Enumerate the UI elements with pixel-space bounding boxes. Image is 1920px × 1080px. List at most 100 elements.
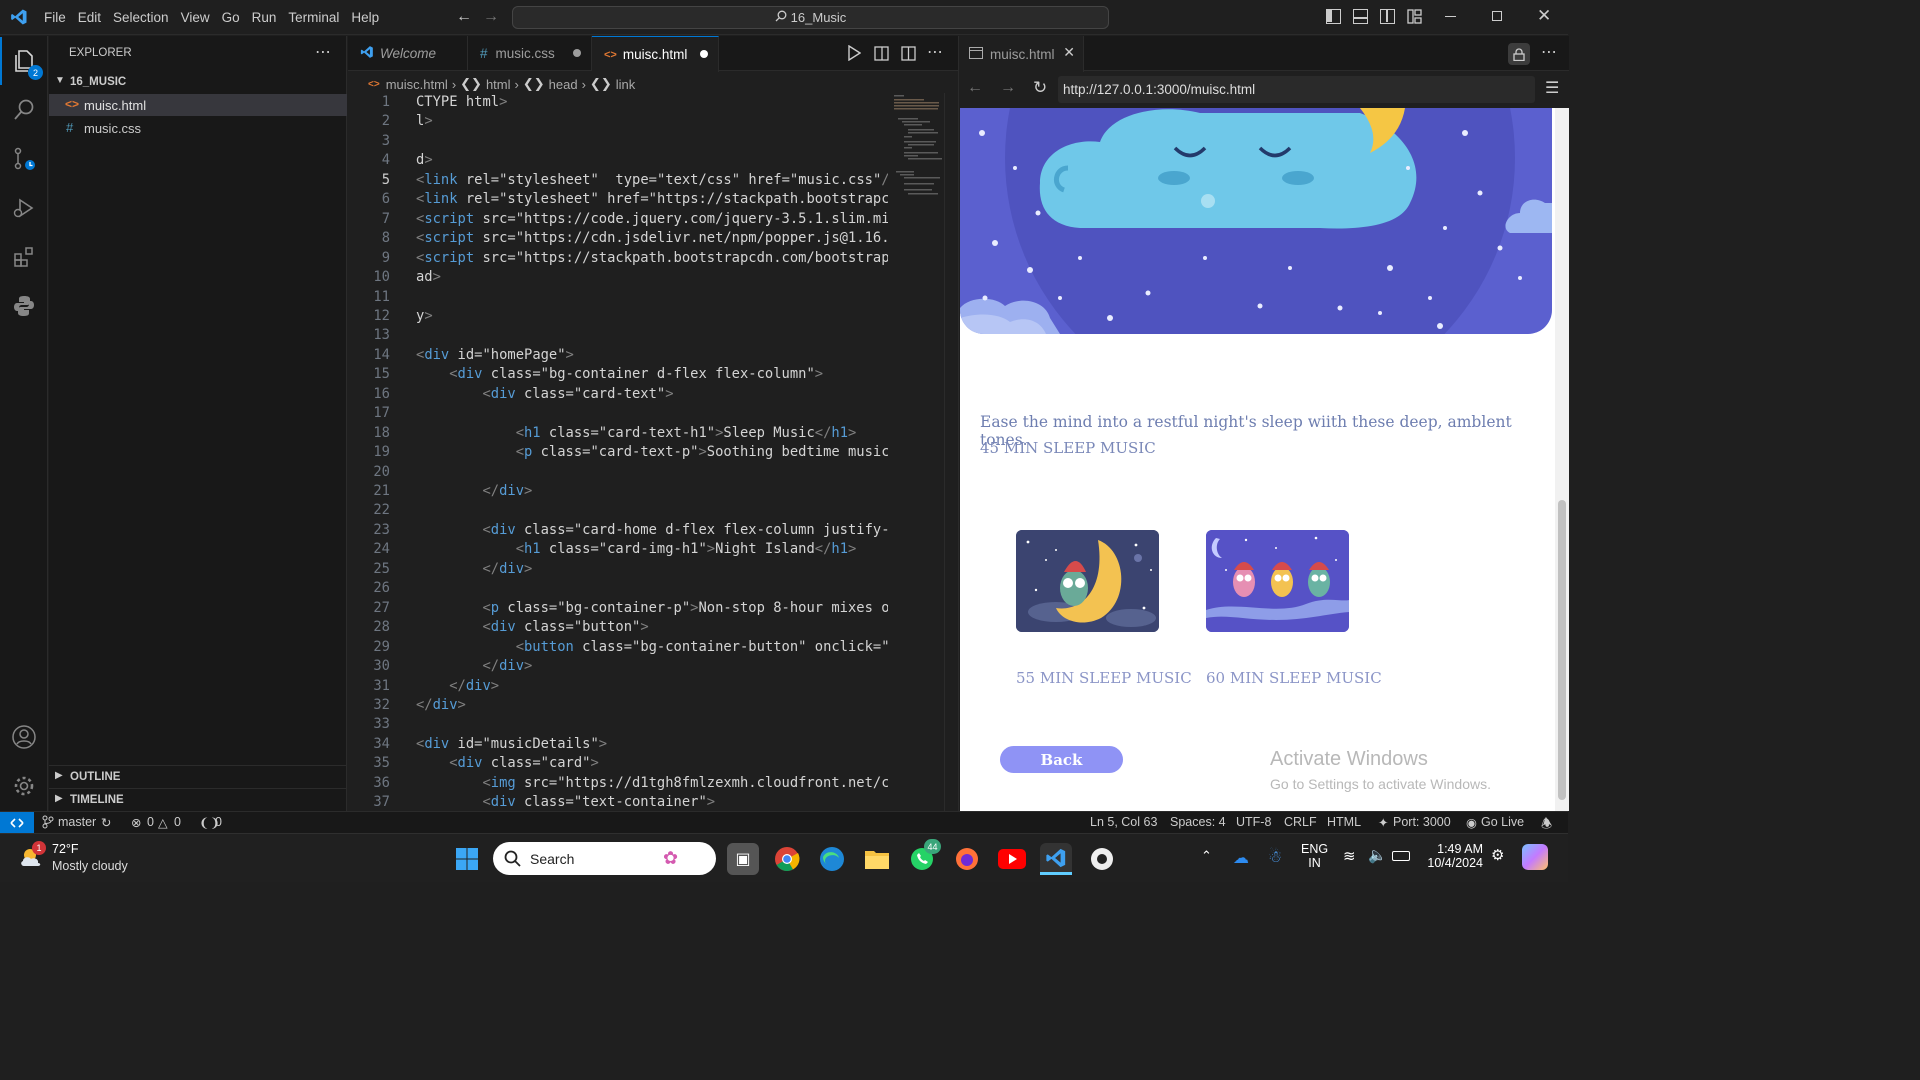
- nav-back-icon[interactable]: ←: [456, 8, 472, 26]
- code-line[interactable]: 22: [348, 501, 888, 521]
- code-line[interactable]: 15 <div class="bg-container d-flex flex-…: [348, 365, 888, 385]
- settings-gear-icon[interactable]: [0, 762, 48, 810]
- chrome-icon[interactable]: [771, 843, 803, 875]
- explorer-more-icon[interactable]: ⋯: [315, 42, 331, 62]
- extensions-icon[interactable]: [0, 233, 48, 281]
- taskbar-search-box[interactable]: Search ✿: [493, 842, 716, 875]
- card-60-min-image[interactable]: [1206, 530, 1349, 632]
- search-view-icon[interactable]: [0, 86, 48, 134]
- git-branch[interactable]: master: [58, 815, 96, 829]
- weather-desc[interactable]: Mostly cloudy: [52, 859, 128, 873]
- menu-help[interactable]: Help: [345, 10, 385, 25]
- code-line[interactable]: 34 <div id="musicDetails">: [348, 735, 888, 755]
- code-line[interactable]: 2 l>: [348, 112, 888, 132]
- timeline-section[interactable]: ▶ TIMELINE: [49, 788, 347, 810]
- code-line[interactable]: 11: [348, 288, 888, 308]
- breadcrumb-head[interactable]: head: [549, 77, 578, 92]
- close-window-icon[interactable]: ✕: [1537, 6, 1551, 26]
- code-line[interactable]: 12 y>: [348, 307, 888, 327]
- code-line[interactable]: 3: [348, 132, 888, 152]
- error-count[interactable]: 0: [147, 815, 154, 829]
- youtube-icon[interactable]: [996, 843, 1028, 875]
- indentation[interactable]: Spaces: 4: [1170, 815, 1226, 829]
- tab-welcome[interactable]: Welcome: [348, 36, 468, 71]
- open-preview-icon[interactable]: [874, 46, 890, 64]
- live-server-port[interactable]: Port: 3000: [1393, 815, 1451, 829]
- code-line[interactable]: 8 <script src="https://cdn.jsdelivr.net/n…: [348, 229, 888, 249]
- preview-back-icon[interactable]: ←: [967, 79, 983, 97]
- whatsapp-icon[interactable]: 44: [906, 839, 941, 875]
- run-debug-icon[interactable]: [0, 184, 48, 232]
- dirty-indicator-icon[interactable]: [573, 49, 581, 57]
- nav-forward-icon[interactable]: →: [483, 8, 499, 26]
- menu-view[interactable]: View: [175, 10, 216, 25]
- code-line[interactable]: 31 </div>: [348, 677, 888, 697]
- python-icon[interactable]: [0, 282, 48, 330]
- preview-more-icon[interactable]: ⋯: [1541, 42, 1557, 62]
- tab-muisc-html[interactable]: <> muisc.html: [592, 36, 719, 72]
- bluetooth-icon[interactable]: ☃: [1268, 847, 1282, 867]
- explorer-icon[interactable]: 2: [0, 37, 48, 85]
- menu-edit[interactable]: Edit: [72, 10, 107, 25]
- code-line[interactable]: 32 </div>: [348, 696, 888, 716]
- input-language[interactable]: ENG IN: [1301, 842, 1328, 870]
- code-line[interactable]: 21 </div>: [348, 482, 888, 502]
- firefox-icon[interactable]: [951, 843, 983, 875]
- hamburger-menu-icon[interactable]: ☰: [1545, 78, 1559, 98]
- sync-icon[interactable]: ↻: [101, 815, 111, 830]
- code-line[interactable]: 25 </div>: [348, 560, 888, 580]
- card-60-min-title[interactable]: 60 MIN SLEEP MUSIC: [1206, 669, 1382, 687]
- menu-terminal[interactable]: Terminal: [282, 10, 345, 25]
- ports-count[interactable]: 0: [215, 815, 222, 829]
- code-line[interactable]: 1 CTYPE html>: [348, 93, 888, 113]
- file-item-music-css[interactable]: # music.css: [49, 117, 347, 139]
- tab-music-css[interactable]: # music.css: [468, 36, 592, 71]
- cursor-position[interactable]: Ln 5, Col 63: [1090, 815, 1157, 829]
- restore-icon[interactable]: [1492, 11, 1502, 21]
- code-line[interactable]: 36 <img src="https://d1tgh8fmlzexmh.clou…: [348, 774, 888, 794]
- toggle-secondary-sidebar-icon[interactable]: [1380, 9, 1395, 24]
- code-line[interactable]: 20: [348, 463, 888, 483]
- menu-selection[interactable]: Selection: [107, 10, 175, 25]
- code-line[interactable]: 29 <button class="bg-container-button" o…: [348, 638, 888, 658]
- source-control-icon[interactable]: [0, 135, 48, 183]
- task-view-icon[interactable]: ▣: [727, 843, 759, 875]
- code-line[interactable]: 37 <div class="text-container">: [348, 793, 888, 811]
- close-tab-icon[interactable]: ✕: [1063, 44, 1075, 61]
- code-line[interactable]: 28 <div class="button">: [348, 618, 888, 638]
- onedrive-icon[interactable]: ☁: [1233, 848, 1249, 868]
- code-line[interactable]: 24 <h1 class="card-img-h1">Night Island<…: [348, 540, 888, 560]
- editor-more-icon[interactable]: ⋯: [927, 42, 943, 62]
- url-input[interactable]: http://127.0.0.1:3000/muisc.html: [1058, 76, 1535, 103]
- breadcrumb-file[interactable]: muisc.html: [386, 77, 448, 92]
- code-line[interactable]: 14 <div id="homePage">: [348, 346, 888, 366]
- tab-preview-muisc-html[interactable]: muisc.html ✕: [959, 36, 1084, 72]
- code-line[interactable]: 33: [348, 715, 888, 735]
- code-line[interactable]: 26: [348, 579, 888, 599]
- code-editor[interactable]: 1 CTYPE html> 2 l> 3 4 d> 5 <link rel="styleshee…: [348, 93, 888, 811]
- warning-count[interactable]: 0: [174, 815, 181, 829]
- preview-forward-icon[interactable]: →: [1000, 79, 1016, 97]
- scrollbar-thumb[interactable]: [1558, 500, 1566, 800]
- file-item-muisc-html[interactable]: <> muisc.html: [49, 94, 347, 116]
- edge-icon[interactable]: [816, 843, 848, 875]
- outline-section[interactable]: ▶ OUTLINE: [49, 765, 347, 787]
- reload-icon[interactable]: ↻: [1033, 78, 1047, 98]
- code-line[interactable]: 7 <script src="https://code.jquery.com/jq…: [348, 210, 888, 230]
- toggle-panel-icon[interactable]: [1353, 9, 1368, 24]
- code-line[interactable]: 30 </div>: [348, 657, 888, 677]
- go-live-button[interactable]: Go Live: [1481, 815, 1524, 829]
- minimap[interactable]: [888, 93, 944, 213]
- battery-icon[interactable]: [1392, 851, 1410, 861]
- encoding[interactable]: UTF-8: [1236, 815, 1271, 829]
- code-line[interactable]: 18 <h1 class="card-text-h1">Sleep Music<…: [348, 424, 888, 444]
- windows-start-icon[interactable]: [451, 843, 483, 875]
- toggle-sidebar-icon[interactable]: [1326, 9, 1341, 24]
- code-line[interactable]: 27 <p class="bg-container-p">Non-stop 8-…: [348, 599, 888, 619]
- end-of-line[interactable]: CRLF: [1284, 815, 1317, 829]
- wifi-icon[interactable]: ≋: [1343, 847, 1356, 865]
- customize-layout-icon[interactable]: [1407, 9, 1422, 24]
- copilot-icon[interactable]: [1522, 844, 1548, 870]
- language-mode[interactable]: HTML: [1327, 815, 1361, 829]
- code-line[interactable]: 19 <p class="card-text-p">Soothing bedti…: [348, 443, 888, 463]
